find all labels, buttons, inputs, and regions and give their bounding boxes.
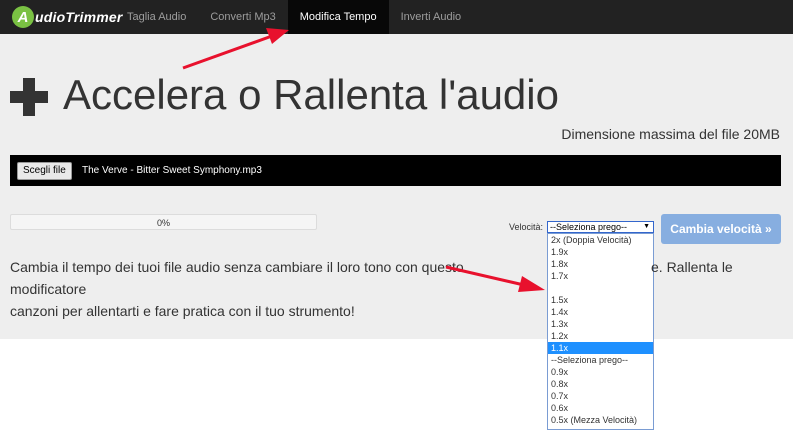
change-speed-button[interactable]: Cambia velocità » bbox=[661, 214, 781, 244]
option-placeholder[interactable]: --Seleziona prego-- bbox=[548, 354, 653, 366]
description-line-2: canzoni per allentarti e fare pratica co… bbox=[10, 303, 355, 319]
page-title: Accelera o Rallenta l'audio bbox=[63, 71, 559, 118]
option-1-9x[interactable]: 1.9x bbox=[548, 246, 653, 258]
top-navbar: A udioTrimmer Taglia Audio Converti Mp3 … bbox=[0, 0, 793, 34]
option-0-9x[interactable]: 0.9x bbox=[548, 366, 653, 378]
option-1-6x[interactable] bbox=[548, 282, 653, 294]
file-picker-bar: Scegli file The Verve - Bitter Sweet Sym… bbox=[10, 155, 781, 186]
option-1-2x[interactable]: 1.2x bbox=[548, 330, 653, 342]
speed-select-value: --Seleziona prego-- bbox=[550, 222, 628, 232]
option-1-1x[interactable]: 1.1x bbox=[548, 342, 653, 354]
dropdown-arrow-icon: ▼ bbox=[643, 223, 650, 230]
logo[interactable]: A udioTrimmer bbox=[12, 6, 123, 28]
nav-taglia-audio[interactable]: Taglia Audio bbox=[115, 0, 198, 34]
plus-icon bbox=[10, 78, 48, 116]
option-0-8x[interactable]: 0.8x bbox=[548, 378, 653, 390]
option-2x[interactable]: 2x (Doppia Velocità) bbox=[548, 234, 653, 246]
speed-select[interactable]: --Seleziona prego-- ▼ bbox=[547, 221, 654, 233]
max-size-note: Dimensione massima del file 20MB bbox=[561, 126, 780, 142]
choose-file-button[interactable]: Scegli file bbox=[17, 162, 72, 180]
option-0-5x[interactable]: 0.5x (Mezza Velocità) bbox=[548, 414, 653, 426]
option-1-8x[interactable]: 1.8x bbox=[548, 258, 653, 270]
option-1-5x[interactable]: 1.5x bbox=[548, 294, 653, 306]
logo-badge: A bbox=[12, 6, 34, 28]
option-1-3x[interactable]: 1.3x bbox=[548, 318, 653, 330]
nav-modifica-tempo[interactable]: Modifica Tempo bbox=[287, 0, 389, 34]
option-0-6x[interactable]: 0.6x bbox=[548, 402, 653, 414]
speed-label: Velocità: bbox=[509, 222, 544, 232]
description-tail: e. Rallenta le bbox=[651, 259, 733, 275]
description-text: Cambia il tempo dei tuoi file audio senz… bbox=[10, 256, 540, 322]
speed-dropdown-list: 2x (Doppia Velocità) 1.9x 1.8x 1.7x 1.5x… bbox=[547, 233, 654, 430]
main-nav: Taglia Audio Converti Mp3 Modifica Tempo… bbox=[115, 0, 473, 34]
description-line-1: Cambia il tempo dei tuoi file audio senz… bbox=[10, 259, 464, 297]
progress-text: 0% bbox=[156, 218, 170, 228]
nav-converti-mp3[interactable]: Converti Mp3 bbox=[198, 0, 287, 34]
nav-inverti-audio[interactable]: Inverti Audio bbox=[389, 0, 474, 34]
option-1-4x[interactable]: 1.4x bbox=[548, 306, 653, 318]
option-1-7x[interactable]: 1.7x bbox=[548, 270, 653, 282]
progress-bar: 0% bbox=[10, 214, 317, 230]
logo-text: udioTrimmer bbox=[35, 9, 123, 25]
option-0-7x[interactable]: 0.7x bbox=[548, 390, 653, 402]
selected-file-name: The Verve - Bitter Sweet Symphony.mp3 bbox=[82, 165, 262, 176]
